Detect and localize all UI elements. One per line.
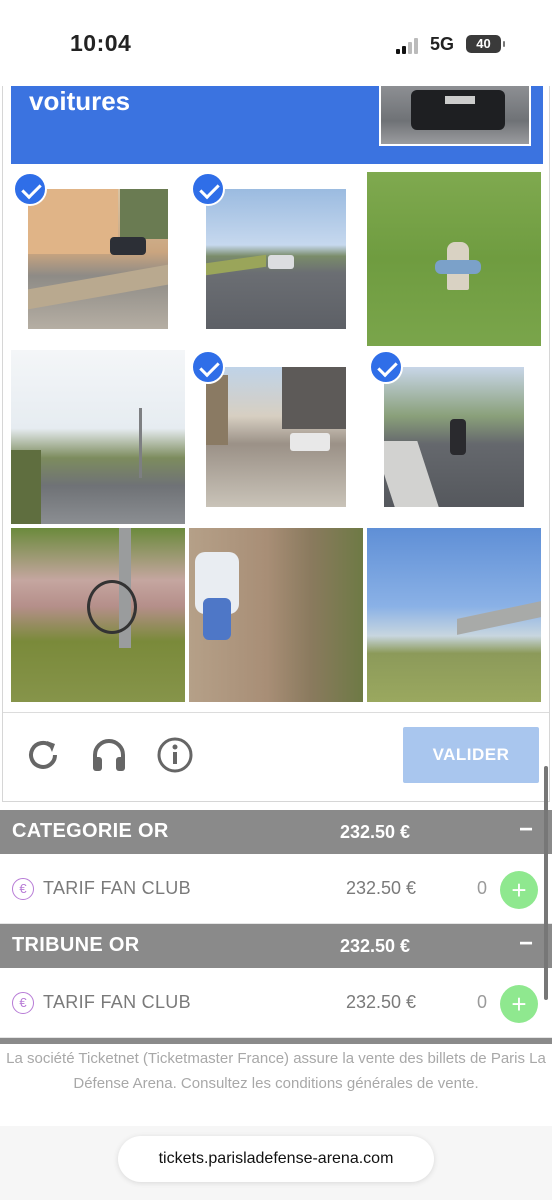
selected-check-icon [191, 172, 225, 206]
euro-icon: € [12, 878, 34, 900]
legal-text: La société Ticketnet (Ticketmaster Franc… [6, 1050, 546, 1092]
validate-button[interactable]: VALIDER [403, 727, 539, 783]
add-ticket-button[interactable]: + [500, 871, 538, 909]
category-name: TRIBUNE OR [12, 934, 140, 956]
captcha-tile-1[interactable] [11, 172, 185, 346]
captcha-banner: voitures [11, 86, 543, 164]
url-bar[interactable]: tickets.parisladefense-arena.com [118, 1136, 434, 1182]
collapse-icon[interactable]: − [519, 816, 533, 844]
captcha-tile-4[interactable] [11, 350, 185, 524]
headphones-icon[interactable] [89, 735, 129, 775]
category-header[interactable]: TRIBUNE OR 232.50 € − [0, 924, 552, 968]
euro-icon: € [12, 992, 34, 1014]
scrollbar[interactable] [544, 766, 548, 1000]
info-icon[interactable] [155, 735, 195, 775]
captcha-controls: VALIDER [3, 712, 549, 801]
captcha-tile-5[interactable] [189, 350, 363, 524]
selected-check-icon [13, 172, 47, 206]
captcha-tile-9[interactable] [367, 528, 541, 702]
captcha-tile-3[interactable] [367, 172, 541, 346]
category-header[interactable]: CATEGORIE OR 232.50 € − [0, 810, 552, 854]
rate-row: € TARIF FAN CLUB 232.50 € 0 + [0, 854, 552, 924]
category-name: CATEGORIE OR [12, 820, 169, 842]
captcha-example-image [379, 86, 531, 146]
refresh-icon[interactable] [23, 735, 63, 775]
rate-quantity: 0 [477, 878, 488, 898]
captcha-instruction: voitures [29, 86, 131, 116]
battery-icon: 40 [466, 35, 505, 53]
rate-price: 232.50 € [346, 878, 417, 898]
status-bar: 10:04 5G 40 [0, 0, 552, 86]
add-ticket-button[interactable]: + [500, 985, 538, 1023]
rate-row: € TARIF FAN CLUB 232.50 € 0 + [0, 968, 552, 1038]
category-price: 232.50 € [340, 822, 411, 842]
captcha-tile-8[interactable] [189, 528, 363, 702]
captcha-tile-2[interactable] [189, 172, 363, 346]
section-divider [0, 1038, 552, 1044]
collapse-icon[interactable]: − [519, 930, 533, 958]
network-label: 5G [430, 34, 455, 54]
selected-check-icon [191, 350, 225, 384]
rate-price: 232.50 € [346, 992, 417, 1012]
rate-quantity: 0 [477, 992, 488, 1012]
category-price: 232.50 € [340, 936, 411, 956]
signal-icon [396, 38, 422, 54]
captcha-tile-6[interactable] [367, 350, 541, 524]
selected-check-icon [369, 350, 403, 384]
captcha-tile-7[interactable] [11, 528, 185, 702]
rate-name: TARIF FAN CLUB [43, 992, 191, 1012]
rate-name: TARIF FAN CLUB [43, 878, 191, 898]
captcha-widget: voitures VALIDER [2, 86, 550, 802]
status-time: 10:04 [70, 30, 132, 56]
